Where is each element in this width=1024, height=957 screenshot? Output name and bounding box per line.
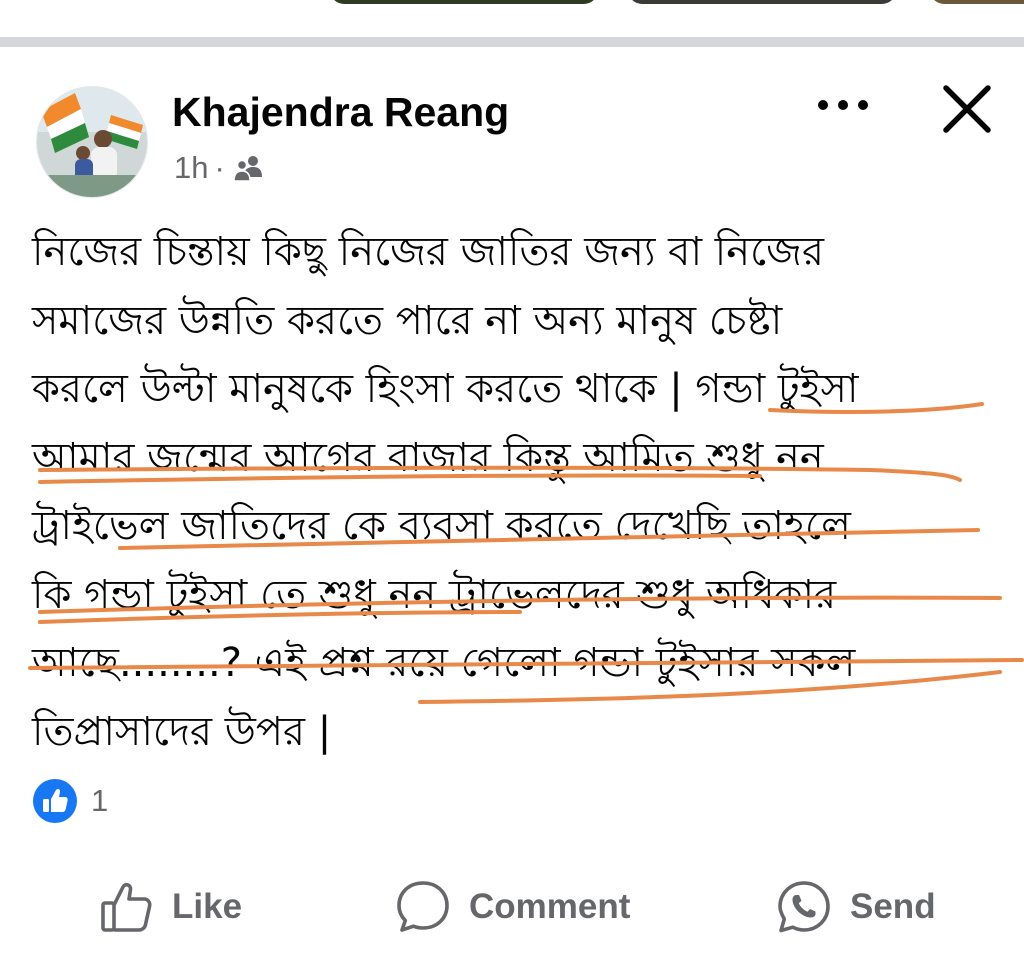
close-button[interactable]	[936, 78, 998, 140]
story-thumbnail[interactable]	[930, 0, 1024, 4]
whatsapp-icon	[778, 881, 830, 933]
reaction-count: 1	[91, 783, 109, 818]
send-label: Send	[850, 887, 936, 926]
post-time[interactable]: 1h	[174, 150, 208, 186]
post-text: নিজের চিন্তায় কিছু নিজের জাতির জন্য বা …	[32, 218, 1007, 766]
comment-label: Comment	[469, 887, 631, 926]
comment-bubble-icon	[397, 881, 449, 932]
like-button[interactable]: Like	[98, 875, 242, 939]
author-avatar[interactable]	[36, 86, 148, 198]
reaction-summary[interactable]: 1	[33, 779, 108, 823]
post-text-line: আমার জন্মের আগের বাজার কিন্তু আমিত শুধু …	[32, 434, 824, 481]
comment-button[interactable]: Comment	[393, 875, 630, 939]
post-text-line: কি গন্ডা টুইসা তে শুধু নন ট্রাভেলদের শুধ…	[32, 571, 837, 618]
send-button[interactable]: Send	[774, 875, 936, 939]
post-text-line: আছে........? এই প্রশ্ন রয়ে গেলো গন্ডা ট…	[32, 640, 856, 686]
story-thumbnail[interactable]	[628, 0, 896, 4]
friends-icon[interactable]	[233, 153, 263, 183]
author-name[interactable]: Khajendra Reang	[172, 84, 509, 140]
feed-divider	[0, 37, 1024, 47]
post-text-line: নিজের চিন্তায় কিছু নিজের জাতির জন্য বা …	[32, 229, 824, 275]
more-dots-icon	[818, 100, 868, 110]
more-options-button[interactable]	[812, 90, 874, 120]
post-meta: 1h ·	[174, 148, 263, 188]
story-thumbnails-strip	[0, 0, 1024, 8]
post-text-line: করলে উল্টা মানুষকে হিংসা করতে থাকে | গন্…	[32, 366, 859, 412]
post-text-line: সমাজের উন্নতি করতে পারে না অন্য মানুষ চে…	[32, 297, 783, 344]
like-label: Like	[172, 887, 243, 926]
close-icon	[943, 85, 991, 133]
meta-separator: ·	[214, 150, 225, 185]
post-text-line: ট্রাইভেল জাতিদের কে ব্যবসা করতে দেখেছি ত…	[32, 503, 851, 549]
post-text-line: তিপ্রাসাদের উপর |	[32, 708, 332, 755]
avatar-photo	[37, 87, 147, 197]
thumbs-up-icon	[101, 882, 152, 932]
story-thumbnail[interactable]	[330, 0, 598, 4]
like-reaction-icon	[33, 779, 77, 823]
